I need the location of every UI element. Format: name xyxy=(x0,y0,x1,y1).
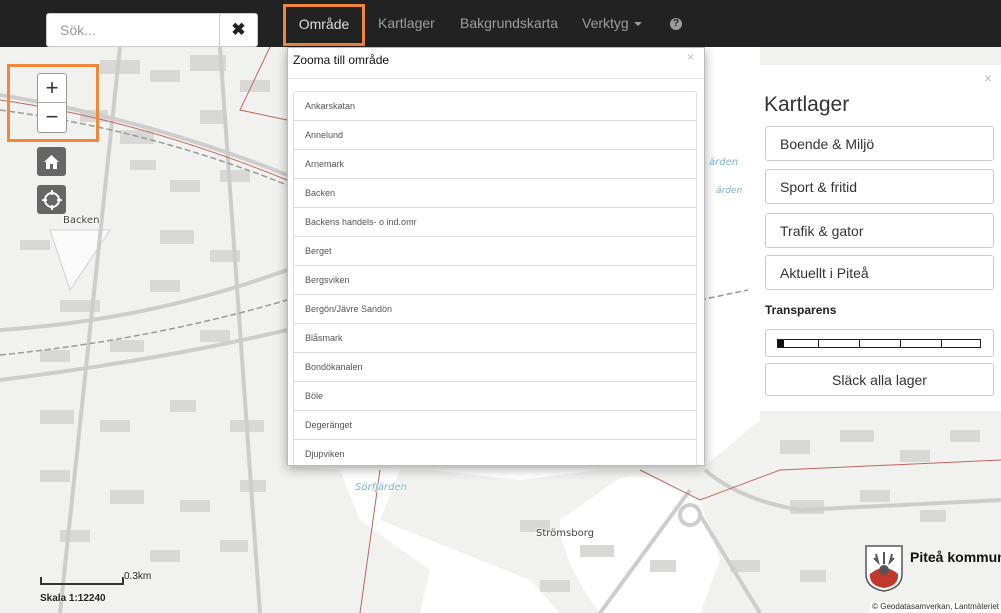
close-icon[interactable]: ✖ xyxy=(219,14,257,46)
nav-bakgrundskarta[interactable]: Bakgrundskarta xyxy=(460,6,558,40)
clear-layers-button[interactable]: Släck alla lager xyxy=(765,363,994,396)
layers-panel-title: Kartlager xyxy=(764,93,850,116)
nav-verktyg[interactable]: Verktyg xyxy=(582,6,642,40)
layer-aktuellt-button[interactable]: Aktuellt i Piteå xyxy=(765,255,994,290)
area-item[interactable]: Annelund xyxy=(294,121,696,150)
nav-kartlager[interactable]: Kartlager xyxy=(378,6,435,40)
transparency-label: Transparens xyxy=(765,303,837,317)
area-item[interactable]: Bondökanalen xyxy=(294,353,696,382)
close-icon[interactable]: × xyxy=(984,70,992,86)
area-item[interactable]: Arnemark xyxy=(294,150,696,179)
zoom-in-button[interactable]: + xyxy=(38,74,66,103)
top-navbar: ✖ Område Kartlager Bakgrundskarta Verkty… xyxy=(0,0,1001,47)
area-item[interactable]: Ankarskatan xyxy=(294,92,696,121)
scale-distance: 0.3km xyxy=(124,571,152,582)
crosshair-icon xyxy=(41,189,62,210)
logo-text: Piteå kommun xyxy=(910,549,1001,565)
scale-text: Skala 1:12240 xyxy=(40,593,106,604)
area-item[interactable]: Bergön/Jävre Sandön xyxy=(294,295,696,324)
nav-help[interactable]: ? xyxy=(670,6,686,40)
home-button[interactable] xyxy=(37,147,66,176)
nav-verktyg-label: Verktyg xyxy=(582,15,629,31)
attribution: © Geodatasamverkan, Lantmäteriet xyxy=(870,602,1001,613)
close-icon[interactable]: × xyxy=(687,50,694,64)
place-label-backen: Backen xyxy=(63,215,100,226)
slider-tick xyxy=(941,340,942,347)
slider-tick xyxy=(900,340,901,347)
search-box: ✖ xyxy=(46,13,258,47)
scale-bar xyxy=(40,577,124,585)
area-item[interactable]: Böle xyxy=(294,382,696,411)
area-item[interactable]: Backens handels- o ind.omr xyxy=(294,208,696,237)
locate-button[interactable] xyxy=(37,185,66,214)
layer-boende-miljo-button[interactable]: Boende & Miljö xyxy=(765,126,994,161)
area-item[interactable]: Djupviken xyxy=(294,440,696,465)
layers-panel: × Kartlager Boende & Miljö Sport & friti… xyxy=(748,65,1001,411)
home-icon xyxy=(44,154,59,169)
slider-handle[interactable] xyxy=(778,340,784,347)
place-label-arden: ärden xyxy=(709,157,739,168)
pitea-logo-icon xyxy=(864,544,904,592)
transparency-slider[interactable] xyxy=(765,329,994,357)
layer-sport-fritid-button[interactable]: Sport & fritid xyxy=(765,169,994,204)
divider xyxy=(288,78,704,79)
area-dropdown: Zooma till område × Ankarskatan Annelund… xyxy=(287,47,705,466)
area-list: Ankarskatan Annelund Arnemark Backen Bac… xyxy=(293,91,697,465)
zoom-control: + − xyxy=(37,73,67,133)
place-label-stromsborg: Strömsborg xyxy=(536,528,594,539)
area-item[interactable]: Blåsmark xyxy=(294,324,696,353)
water-south xyxy=(560,476,720,613)
place-label-sorfjarden: Sörfjärden xyxy=(355,482,407,493)
question-circle-icon: ? xyxy=(670,18,682,31)
place-label-arden-2: ärden xyxy=(716,186,743,196)
area-item[interactable]: Degeränget xyxy=(294,411,696,440)
area-item[interactable]: Bergsviken xyxy=(294,266,696,295)
search-input[interactable] xyxy=(47,14,219,46)
area-dropdown-title: Zooma till område xyxy=(293,53,390,67)
layer-trafik-gator-button[interactable]: Trafik & gator xyxy=(765,213,994,248)
caret-down-icon xyxy=(633,22,642,27)
area-item[interactable]: Backen xyxy=(294,179,696,208)
slider-track xyxy=(777,339,981,348)
nav-omrade[interactable]: Område xyxy=(283,4,365,46)
slider-tick xyxy=(859,340,860,347)
area-item[interactable]: Berget xyxy=(294,237,696,266)
slider-tick xyxy=(818,340,819,347)
zoom-out-button[interactable]: − xyxy=(38,103,66,132)
